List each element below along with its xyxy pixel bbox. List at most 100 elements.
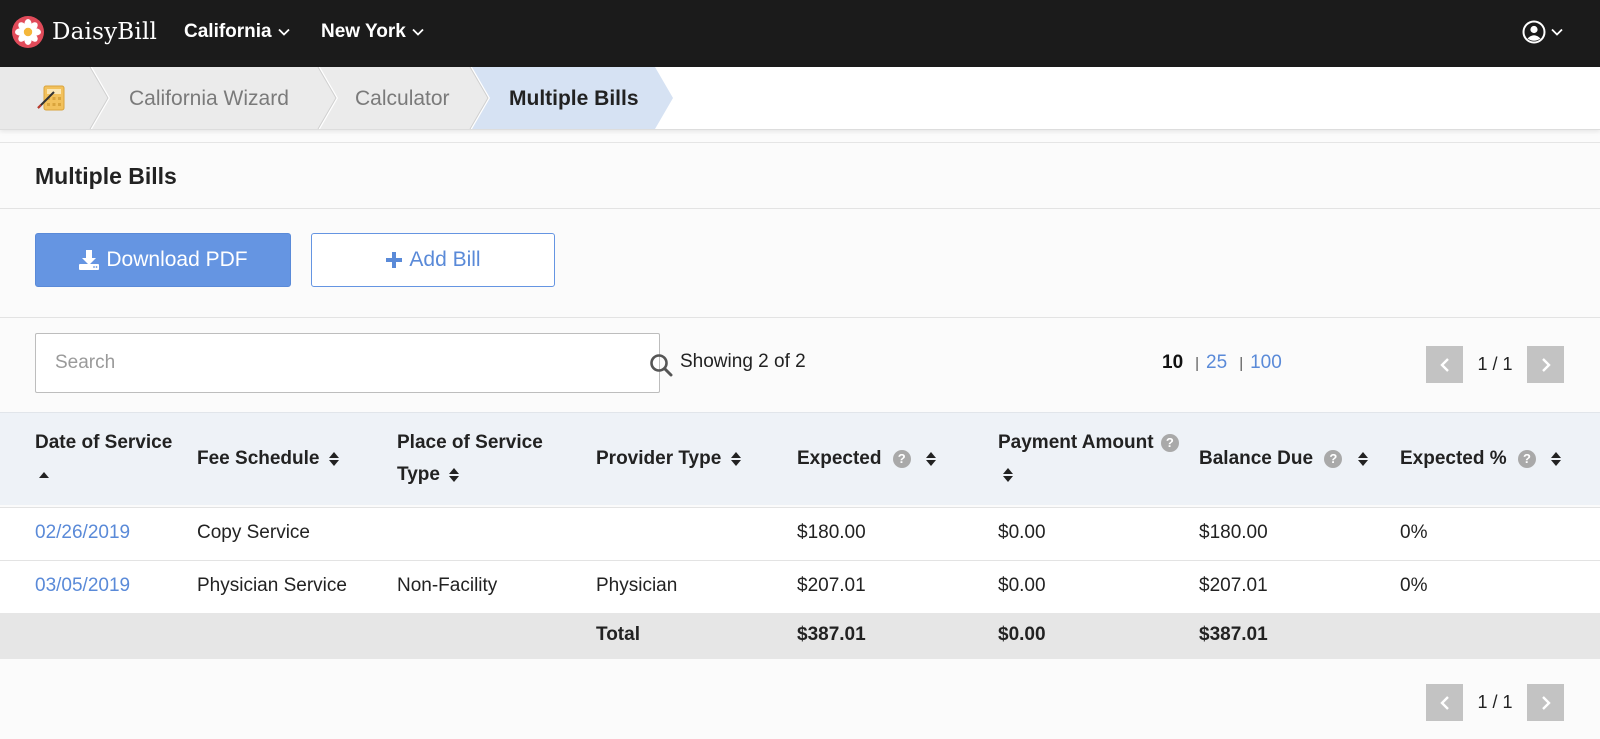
prev-page-button[interactable]	[1426, 684, 1463, 721]
help-icon[interactable]: ?	[1517, 449, 1536, 468]
total-expected: $387.01	[797, 624, 866, 645]
breadcrumb-item-california-wizard[interactable]: California Wizard	[129, 87, 289, 111]
table-row: 03/05/2019 Physician Service Non-Facilit…	[0, 560, 1600, 613]
page-indicator: 1 / 1	[1477, 692, 1513, 712]
table-total-row: Total $387.01 $0.00 $387.01	[0, 613, 1600, 659]
chevron-left-icon	[1439, 357, 1449, 372]
sort-icon	[730, 451, 741, 466]
nav-item-label: California	[184, 21, 272, 42]
help-icon[interactable]: ?	[892, 449, 911, 468]
search-icon[interactable]	[649, 353, 673, 377]
column-label: Expected	[797, 448, 882, 469]
sort-icon	[449, 467, 460, 482]
breadcrumb-home[interactable]	[34, 80, 68, 119]
cell-date-of-service[interactable]: 02/26/2019	[35, 522, 130, 544]
breadcrumb: California Wizard Calculator Multiple Bi…	[0, 67, 1600, 130]
next-page-button[interactable]	[1527, 346, 1564, 383]
pagination-bottom: 1 / 1	[1426, 684, 1564, 721]
cell-expected: $207.01	[797, 575, 866, 596]
daisy-logo-icon	[12, 16, 44, 48]
page-title: Multiple Bills	[35, 163, 177, 189]
help-icon[interactable]: ?	[1160, 433, 1179, 452]
page-size-100[interactable]: 100	[1250, 352, 1282, 374]
column-label: Place of Service Type	[397, 432, 543, 485]
breadcrumb-item-multiple-bills: Multiple Bills	[509, 87, 639, 110]
page-size-selector: 10 | 25 | 100	[1162, 352, 1282, 374]
nav-item-label: New York	[321, 21, 406, 42]
column-label: Date of Service	[35, 432, 173, 453]
next-page-button[interactable]	[1527, 684, 1564, 721]
cell-balance-due: $207.01	[1199, 575, 1268, 596]
sort-asc-icon	[39, 471, 49, 478]
column-header-date-of-service[interactable]: Date of Service	[35, 427, 175, 491]
divider	[0, 208, 1600, 209]
brand-name: DaisyBill	[52, 19, 158, 45]
main-panel: Multiple Bills Download PDF Add Bill Sho…	[0, 142, 1600, 739]
cell-payment-amount: $0.00	[998, 575, 1046, 596]
table-header: Date of Service Fee Schedule Place of Se…	[0, 412, 1600, 505]
user-circle-icon	[1522, 20, 1546, 44]
help-icon[interactable]: ?	[1324, 449, 1343, 468]
cell-expected-percent: 0%	[1400, 522, 1428, 543]
column-label: Balance Due	[1199, 448, 1314, 469]
cell-provider-type: Physician	[596, 575, 678, 596]
search-box	[35, 333, 673, 393]
nav-item-new-york[interactable]: New York	[321, 21, 424, 43]
user-menu-button[interactable]	[1522, 20, 1563, 44]
cell-expected: $180.00	[797, 522, 866, 543]
sort-icon	[1357, 451, 1368, 466]
search-input[interactable]	[36, 334, 596, 392]
column-header-provider-type[interactable]: Provider Type	[596, 443, 741, 475]
top-navbar: DaisyBill California New York	[0, 0, 1600, 67]
total-payment-amount: $0.00	[998, 624, 1046, 645]
pagination-top: 1 / 1	[1426, 346, 1564, 383]
cell-fee-schedule: Copy Service	[197, 522, 310, 543]
sort-icon	[328, 451, 339, 466]
plus-icon	[386, 252, 403, 268]
chevron-right-icon	[1541, 695, 1551, 710]
column-label: Expected %	[1400, 448, 1507, 469]
calculator-pencil-icon	[37, 85, 65, 111]
cell-fee-schedule: Physician Service	[197, 575, 347, 596]
nav-item-california[interactable]: California	[184, 21, 290, 43]
cell-payment-amount: $0.00	[998, 522, 1046, 543]
total-balance-due: $387.01	[1199, 624, 1268, 645]
download-pdf-button[interactable]: Download PDF	[35, 233, 291, 287]
prev-page-button[interactable]	[1426, 346, 1463, 383]
download-pdf-label: Download PDF	[106, 248, 248, 271]
column-label: Payment Amount	[998, 432, 1154, 453]
column-label: Fee Schedule	[197, 448, 320, 469]
sort-icon	[1003, 467, 1013, 482]
brand-logo[interactable]: DaisyBill	[12, 16, 157, 48]
page-indicator: 1 / 1	[1477, 354, 1513, 374]
chevron-down-icon	[277, 28, 290, 36]
column-header-place-of-service-type[interactable]: Place of Service Type	[397, 427, 567, 491]
separator: |	[1195, 354, 1200, 372]
divider	[0, 317, 1600, 318]
breadcrumb-item-calculator[interactable]: Calculator	[355, 87, 450, 111]
page-size-25[interactable]: 25	[1206, 352, 1227, 374]
column-header-expected-percent[interactable]: Expected % ?	[1400, 443, 1562, 475]
column-header-payment-amount[interactable]: Payment Amount ?	[998, 427, 1188, 491]
sort-icon	[926, 451, 937, 466]
cell-date-of-service[interactable]: 03/05/2019	[35, 575, 130, 597]
page-size-10[interactable]: 10	[1162, 352, 1183, 374]
column-label: Provider Type	[596, 448, 722, 469]
sort-icon	[1551, 451, 1562, 466]
column-header-fee-schedule[interactable]: Fee Schedule	[197, 443, 339, 475]
chevron-down-icon	[1551, 28, 1563, 36]
column-header-balance-due[interactable]: Balance Due ?	[1199, 443, 1368, 475]
separator: |	[1239, 354, 1244, 372]
column-header-expected[interactable]: Expected ?	[797, 443, 937, 475]
add-bill-label: Add Bill	[409, 248, 481, 271]
chevron-down-icon	[412, 28, 424, 36]
total-label: Total	[596, 624, 640, 645]
table-row: 02/26/2019 Copy Service $180.00 $0.00 $1…	[0, 507, 1600, 560]
cell-expected-percent: 0%	[1400, 575, 1428, 596]
chevron-left-icon	[1439, 695, 1449, 710]
cell-balance-due: $180.00	[1199, 522, 1268, 543]
download-icon	[79, 250, 100, 270]
add-bill-button[interactable]: Add Bill	[311, 233, 555, 287]
showing-count: Showing 2 of 2	[680, 351, 806, 372]
cell-place-of-service: Non-Facility	[397, 575, 498, 596]
